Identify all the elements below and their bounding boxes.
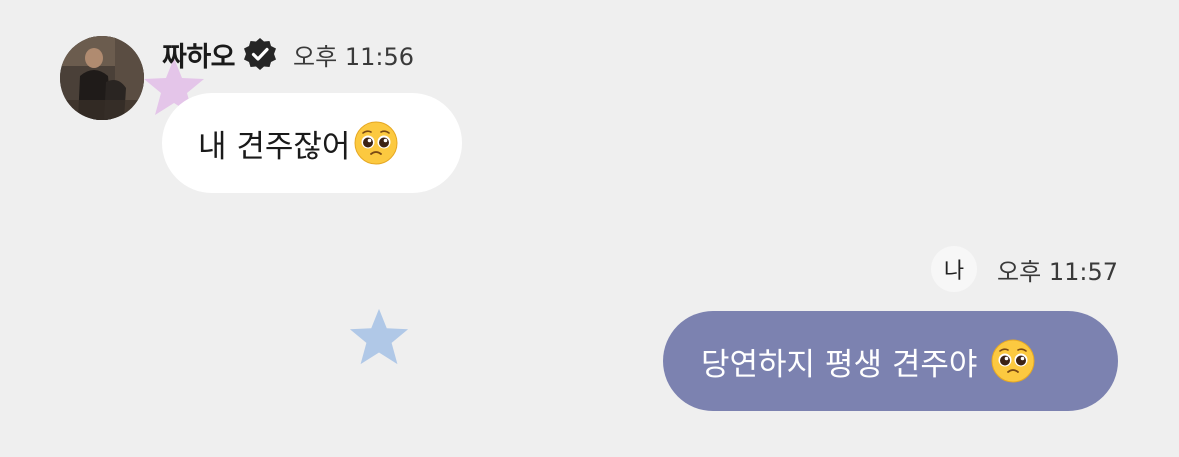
pleading-face-icon bbox=[354, 121, 398, 165]
blue-star-decoration bbox=[348, 306, 410, 368]
outgoing-message-text: 당연하지 평생 견주야 bbox=[701, 346, 978, 383]
outgoing-header: 나 오후 11:57 bbox=[931, 246, 1118, 292]
incoming-timestamp: 오후 11:56 bbox=[293, 42, 414, 71]
sender-name[interactable]: 짜하오 bbox=[162, 35, 236, 74]
sender-avatar[interactable] bbox=[60, 36, 144, 120]
pleading-face-icon bbox=[991, 339, 1035, 383]
outgoing-timestamp: 오후 11:57 bbox=[997, 257, 1118, 286]
me-badge: 나 bbox=[931, 246, 978, 292]
verified-badge-icon bbox=[243, 37, 277, 71]
incoming-message-bubble[interactable]: 내 견주잖어 bbox=[162, 93, 462, 193]
incoming-message-text: 내 견주잖어 bbox=[198, 128, 351, 165]
outgoing-message-bubble[interactable]: 당연하지 평생 견주야 bbox=[663, 311, 1118, 411]
incoming-header: 짜하오 오후 11:56 bbox=[162, 34, 414, 74]
